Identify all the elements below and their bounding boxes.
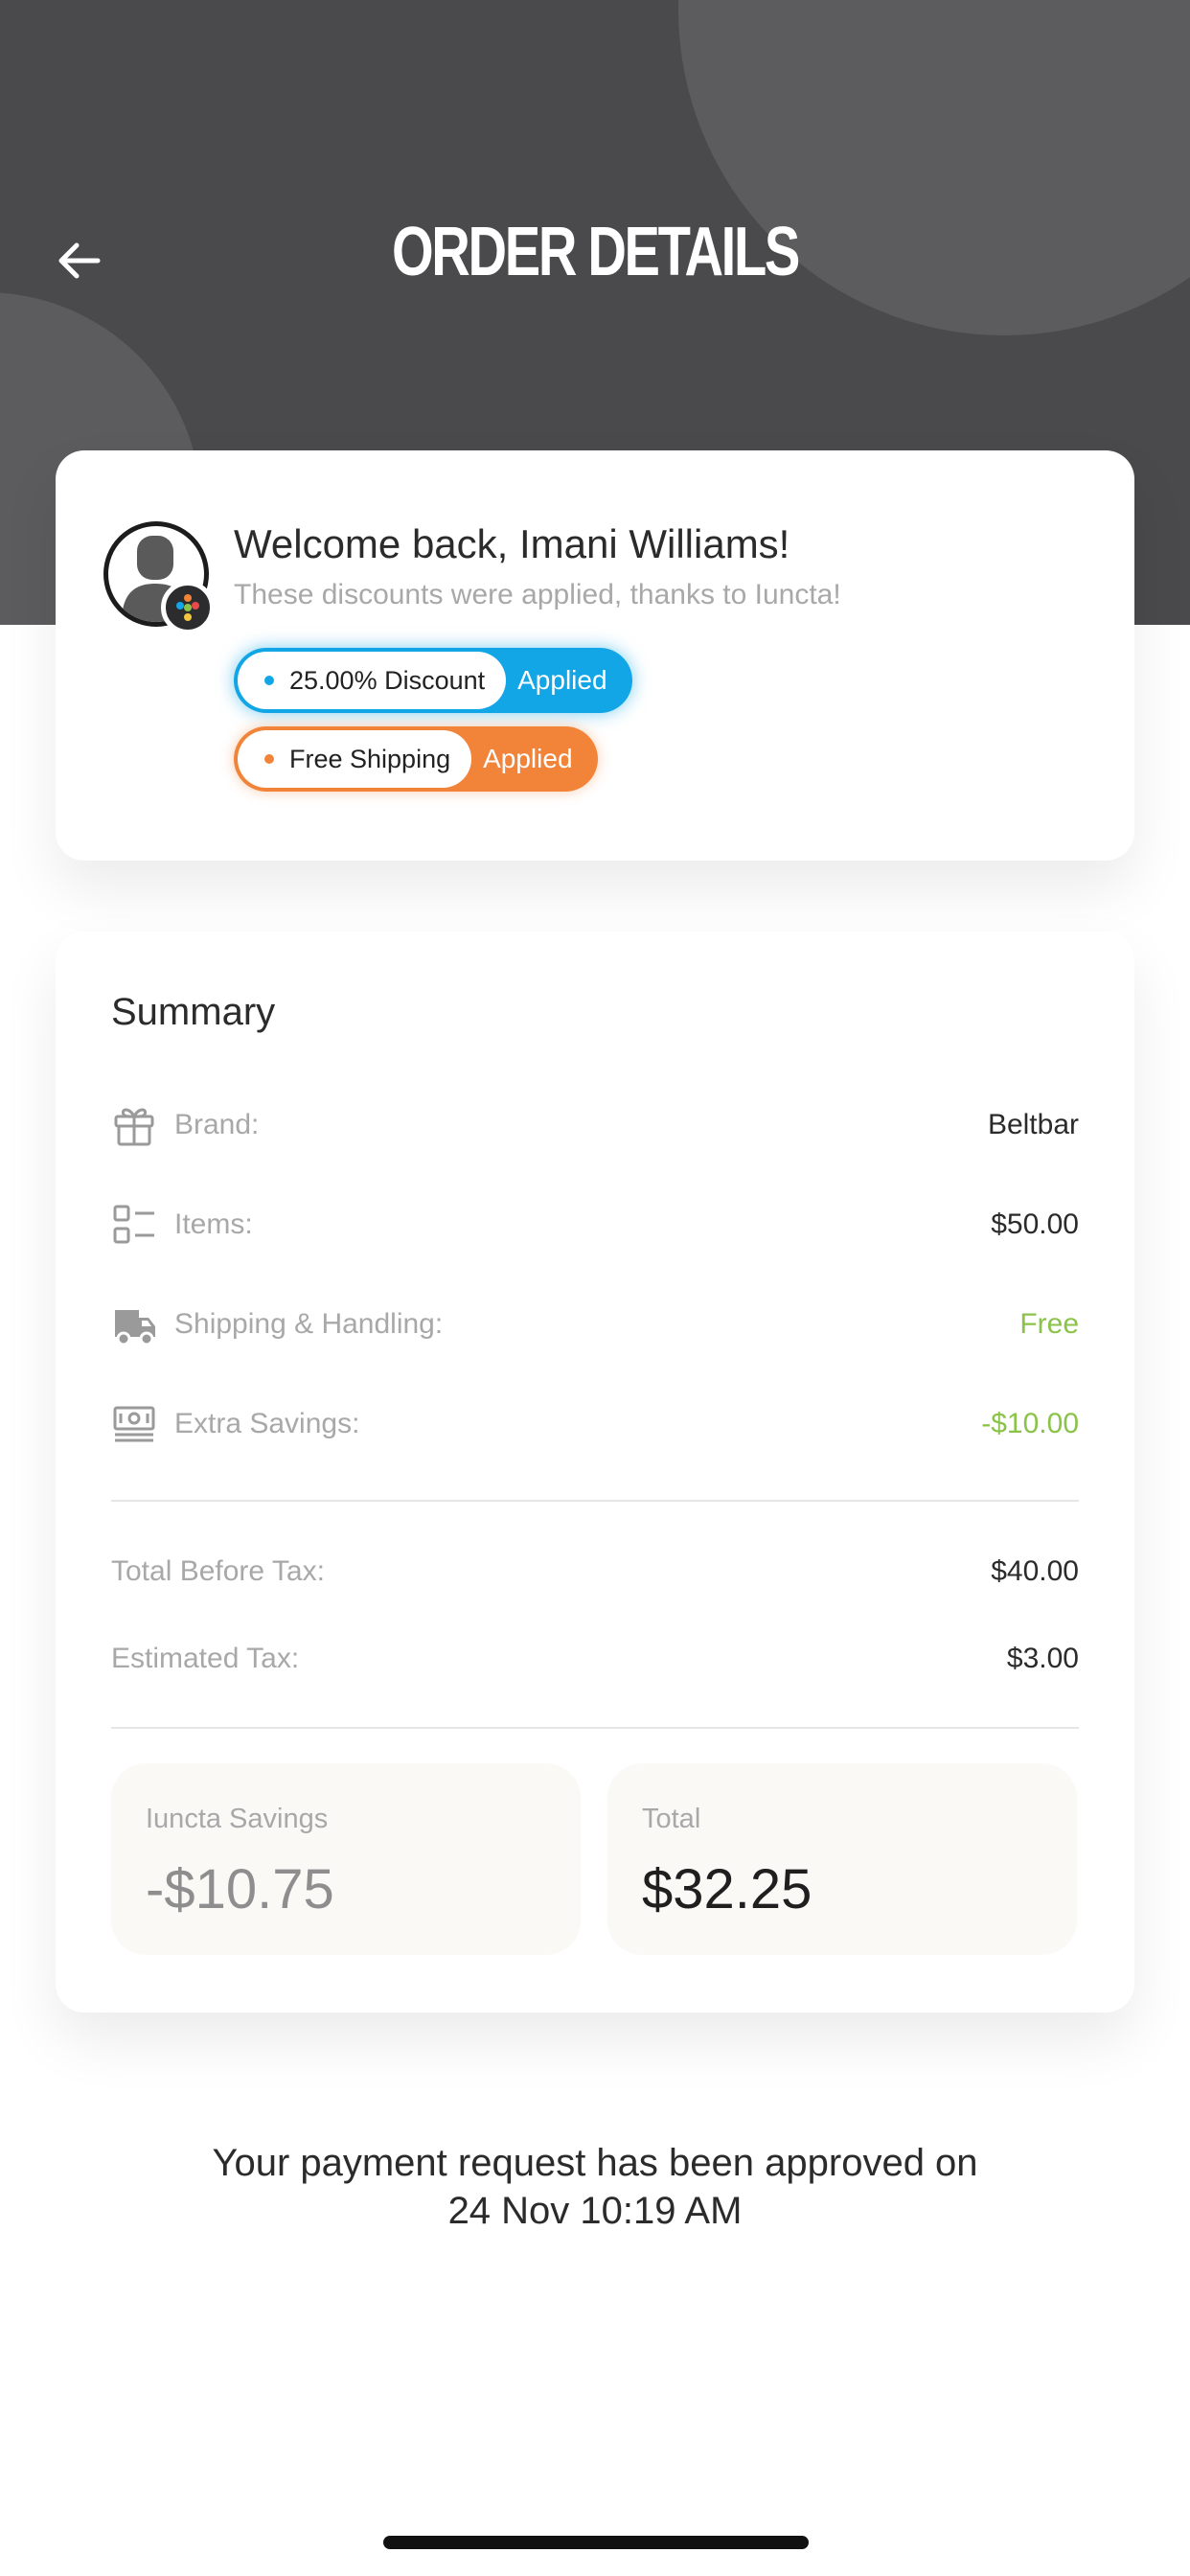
dot-icon (264, 754, 274, 764)
free-shipping-pill-label-wrap: Free Shipping (238, 730, 472, 788)
approval-message: Your payment request has been approved o… (0, 2139, 1190, 2235)
brand-value: Beltbar (987, 1109, 1079, 1140)
savings-label: Iuncta Savings (146, 1804, 329, 1834)
items-label: Items: (174, 1208, 253, 1240)
items-value: $50.00 (991, 1208, 1079, 1240)
welcome-subtitle: These discounts were applied, thanks to … (234, 579, 841, 610)
shipping-row: Shipping & Handling: Free (111, 1296, 1079, 1353)
divider (111, 1500, 1079, 1502)
welcome-card: Welcome back, Imani Williams! These disc… (56, 450, 1134, 861)
free-shipping-status: Applied (483, 744, 573, 773)
discount-label: 25.00% Discount (289, 665, 486, 695)
discount-status: Applied (517, 665, 607, 695)
truck-icon (111, 1301, 157, 1347)
total-box: Total $32.25 (607, 1763, 1077, 1955)
total-value: $32.25 (642, 1858, 812, 1920)
brand-row: Brand: Beltbar (111, 1096, 1079, 1154)
extra-savings-label: Extra Savings: (174, 1408, 360, 1439)
discount-pill[interactable]: 25.00% Discount Applied (234, 648, 632, 713)
free-shipping-label: Free Shipping (289, 744, 451, 773)
total-label: Total (642, 1804, 701, 1834)
discount-pill-label-wrap: 25.00% Discount (238, 652, 507, 709)
page-title: ORDER DETAILS (391, 214, 800, 290)
summary-card: Summary Brand: Beltbar Items: $50.00 Shi… (56, 932, 1134, 2012)
brand-label: Brand: (174, 1109, 260, 1140)
estimated-tax-label: Estimated Tax: (111, 1643, 300, 1674)
items-row: Items: $50.00 (111, 1196, 1079, 1254)
estimated-tax-row: Estimated Tax: $3.00 (111, 1630, 1079, 1688)
dot-icon (264, 676, 274, 685)
summary-title: Summary (111, 991, 276, 1033)
welcome-title: Welcome back, Imani Williams! (234, 521, 790, 566)
extra-savings-row: Extra Savings: -$10.00 (111, 1395, 1079, 1453)
shipping-value: Free (1019, 1308, 1079, 1340)
savings-value: -$10.75 (146, 1858, 334, 1920)
total-before-tax-row: Total Before Tax: $40.00 (111, 1543, 1079, 1600)
cash-icon (111, 1401, 157, 1447)
iuncta-badge-icon (161, 581, 215, 634)
extra-savings-value: -$10.00 (981, 1408, 1079, 1439)
list-icon (111, 1202, 157, 1248)
estimated-tax-value: $3.00 (1006, 1643, 1079, 1674)
approval-date: 24 Nov 10:19 AM (447, 2190, 743, 2232)
back-button[interactable] (48, 230, 109, 291)
total-before-tax-label: Total Before Tax: (111, 1555, 325, 1587)
home-indicator[interactable] (383, 2536, 809, 2549)
savings-box: Iuncta Savings -$10.75 (111, 1763, 581, 1955)
approval-line-1: Your payment request has been approved o… (212, 2142, 978, 2184)
free-shipping-pill[interactable]: Free Shipping Applied (234, 726, 598, 792)
divider (111, 1727, 1079, 1729)
total-before-tax-value: $40.00 (991, 1555, 1079, 1587)
gift-icon (111, 1102, 157, 1148)
arrow-left-icon (58, 242, 101, 279)
shipping-label: Shipping & Handling: (174, 1308, 444, 1340)
